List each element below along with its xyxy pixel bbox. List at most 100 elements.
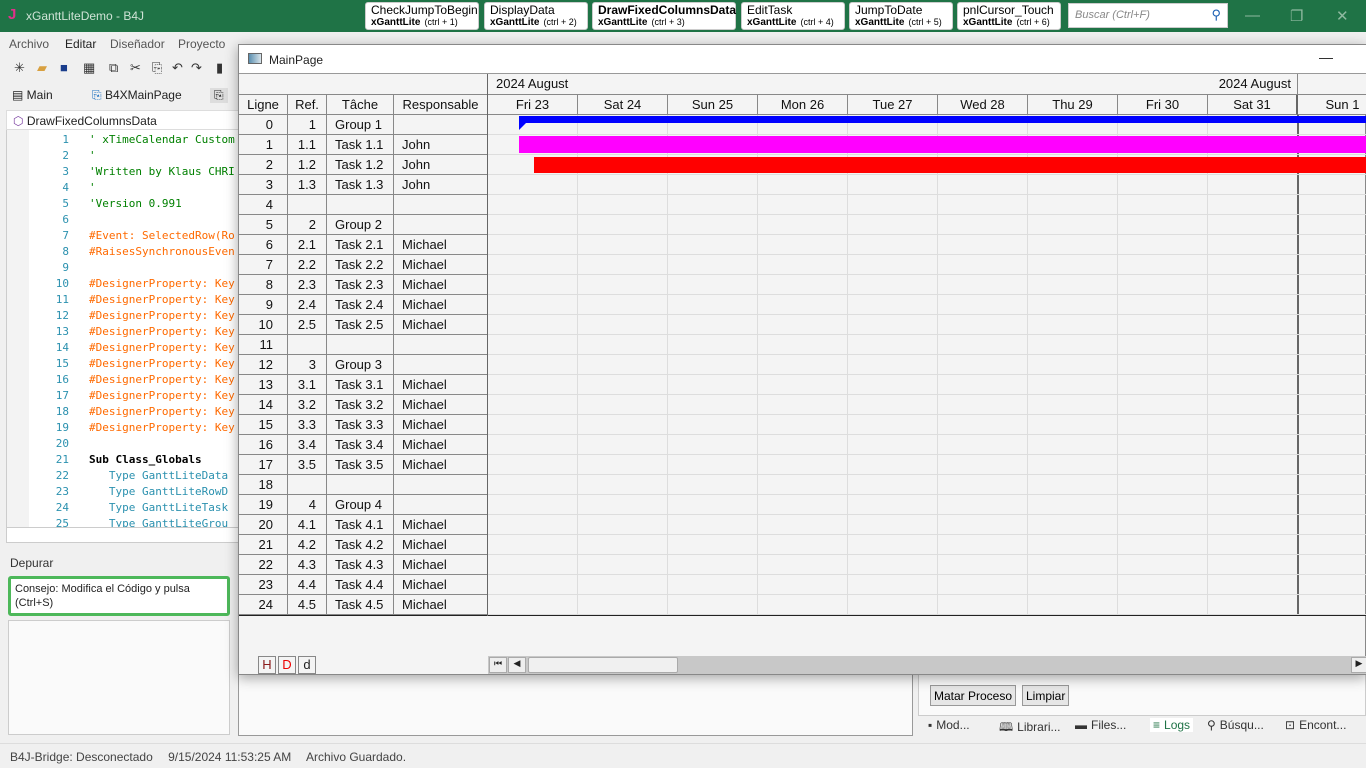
cell-ligne[interactable]: 19: [239, 495, 288, 515]
cell-ref[interactable]: 4.5: [288, 595, 327, 615]
cell-ref[interactable]: [288, 335, 327, 355]
cell-ref[interactable]: 3.2: [288, 395, 327, 415]
cell-ligne[interactable]: 12: [239, 355, 288, 375]
tab-class-active[interactable]: ⎘: [210, 88, 228, 103]
minimize-button[interactable]: —: [1245, 7, 1260, 24]
zoom-button-hours[interactable]: H: [258, 656, 276, 674]
cell-ligne[interactable]: 23: [239, 575, 288, 595]
clear-button[interactable]: Limpiar: [1022, 685, 1070, 706]
cell-ligne[interactable]: 0: [239, 115, 288, 135]
cell-tâche[interactable]: Task 3.2: [327, 395, 394, 415]
cell-tâche[interactable]: Task 2.2: [327, 255, 394, 275]
cell-tâche[interactable]: Task 3.4: [327, 435, 394, 455]
cell-ref[interactable]: 3.1: [288, 375, 327, 395]
cell-tâche[interactable]: Task 2.3: [327, 275, 394, 295]
cell-responsable[interactable]: [394, 215, 488, 235]
scroll-right-icon[interactable]: ▶: [1351, 657, 1366, 673]
cell-responsable[interactable]: Michael: [394, 555, 488, 575]
cell-responsable[interactable]: Michael: [394, 275, 488, 295]
cell-responsable[interactable]: John: [394, 175, 488, 195]
cell-ligne[interactable]: 5: [239, 215, 288, 235]
close-button[interactable]: ✕: [1336, 7, 1349, 25]
cell-responsable[interactable]: Michael: [394, 395, 488, 415]
cell-ref[interactable]: [288, 475, 327, 495]
cell-responsable[interactable]: Michael: [394, 515, 488, 535]
quick-button-pnlcursor_touch[interactable]: pnlCursor_Touch xGanttLite (ctrl + 6): [957, 2, 1061, 30]
cell-ref[interactable]: 3: [288, 355, 327, 375]
cell-ligne[interactable]: 1: [239, 135, 288, 155]
cell-responsable[interactable]: Michael: [394, 235, 488, 255]
cell-ref[interactable]: 4: [288, 495, 327, 515]
bottom-tab-3[interactable]: ≡ Logs: [1150, 718, 1194, 732]
scroll-thumb[interactable]: [528, 657, 678, 673]
cell-ligne[interactable]: 10: [239, 315, 288, 335]
bottom-tab-0[interactable]: ▪ Mod...: [928, 718, 970, 732]
cell-ref[interactable]: 1.2: [288, 155, 327, 175]
column-header-tâche[interactable]: Tâche: [327, 95, 394, 115]
cell-responsable[interactable]: [394, 195, 488, 215]
cell-ligne[interactable]: 17: [239, 455, 288, 475]
cell-responsable[interactable]: [394, 475, 488, 495]
cell-ref[interactable]: 2.2: [288, 255, 327, 275]
cell-ligne[interactable]: 16: [239, 435, 288, 455]
cell-ref[interactable]: 3.4: [288, 435, 327, 455]
tab-main[interactable]: ▤ Main: [12, 88, 53, 102]
column-header-responsable[interactable]: Responsable: [394, 95, 488, 115]
cell-ligne[interactable]: 14: [239, 395, 288, 415]
zoom-button-days-small[interactable]: d: [298, 656, 316, 674]
cell-tâche[interactable]: Task 2.5: [327, 315, 394, 335]
cell-responsable[interactable]: John: [394, 135, 488, 155]
cell-ref[interactable]: 2.4: [288, 295, 327, 315]
menu-proyecto[interactable]: Proyecto: [178, 37, 225, 51]
cell-responsable[interactable]: [394, 115, 488, 135]
maximize-button[interactable]: ❐: [1290, 7, 1303, 25]
save-icon[interactable]: ■: [60, 60, 68, 75]
zoom-button-days[interactable]: D: [278, 656, 296, 674]
cell-responsable[interactable]: Michael: [394, 415, 488, 435]
cell-tâche[interactable]: Task 3.3: [327, 415, 394, 435]
gantt-bar-task-1-1[interactable]: [519, 136, 1366, 153]
cell-ref[interactable]: 2.3: [288, 275, 327, 295]
cell-tâche[interactable]: Task 4.4: [327, 575, 394, 595]
cell-responsable[interactable]: John: [394, 155, 488, 175]
cell-responsable[interactable]: Michael: [394, 315, 488, 335]
code-hscrollbar[interactable]: [6, 527, 240, 543]
gantt-hscrollbar[interactable]: ⏮ ◀ ▶: [488, 656, 1366, 674]
cell-ligne[interactable]: 11: [239, 335, 288, 355]
scroll-first-icon[interactable]: ⏮: [489, 657, 507, 673]
cell-responsable[interactable]: Michael: [394, 575, 488, 595]
save-all-icon[interactable]: ▦: [83, 60, 95, 76]
cell-ligne[interactable]: 24: [239, 595, 288, 615]
bottom-tab-4[interactable]: ⚲ Búsqu...: [1207, 718, 1264, 732]
open-icon[interactable]: ▰: [37, 60, 47, 76]
cell-tâche[interactable]: Group 1: [327, 115, 394, 135]
cell-ref[interactable]: 2.1: [288, 235, 327, 255]
cell-ref[interactable]: 1: [288, 115, 327, 135]
cell-tâche[interactable]: [327, 195, 394, 215]
column-header-ligne[interactable]: Ligne: [239, 95, 288, 115]
cell-ligne[interactable]: 22: [239, 555, 288, 575]
gantt-grid[interactable]: 2024 August 2024 August Ligne Ref. Tâche Resp…: [239, 74, 1366, 616]
cell-ligne[interactable]: 20: [239, 515, 288, 535]
cell-ref[interactable]: 3.5: [288, 455, 327, 475]
cell-ligne[interactable]: 3: [239, 175, 288, 195]
quick-button-drawfixedcolumnsdata[interactable]: DrawFixedColumnsData xGanttLite (ctrl + 3): [592, 2, 736, 30]
cell-ref[interactable]: 3.3: [288, 415, 327, 435]
cell-tâche[interactable]: Task 3.5: [327, 455, 394, 475]
new-icon[interactable]: ✳: [14, 60, 25, 76]
code-editor[interactable]: 1 ' xTimeCalendar Custom 2 ' 3 'Written by Kl…: [6, 130, 240, 527]
quick-button-jumptodate[interactable]: JumpToDate xGanttLite (ctrl + 5): [849, 2, 953, 30]
cell-ref[interactable]: 1.3: [288, 175, 327, 195]
search-icon[interactable]: ⚲: [1211, 7, 1221, 23]
cell-ligne[interactable]: 8: [239, 275, 288, 295]
cell-ref[interactable]: 4.2: [288, 535, 327, 555]
menu-disenador[interactable]: Diseñador: [110, 37, 165, 51]
quick-button-displaydata[interactable]: DisplayData xGanttLite (ctrl + 2): [484, 2, 588, 30]
menu-editar[interactable]: Editar: [65, 37, 96, 51]
scroll-left-icon[interactable]: ◀: [508, 657, 526, 673]
gantt-bar-group-1[interactable]: [519, 116, 1366, 123]
gantt-bar-task-1-2[interactable]: [534, 157, 1366, 173]
cell-tâche[interactable]: Task 1.1: [327, 135, 394, 155]
cell-tâche[interactable]: Task 1.3: [327, 175, 394, 195]
bookmark-icon[interactable]: ▮: [216, 60, 223, 76]
